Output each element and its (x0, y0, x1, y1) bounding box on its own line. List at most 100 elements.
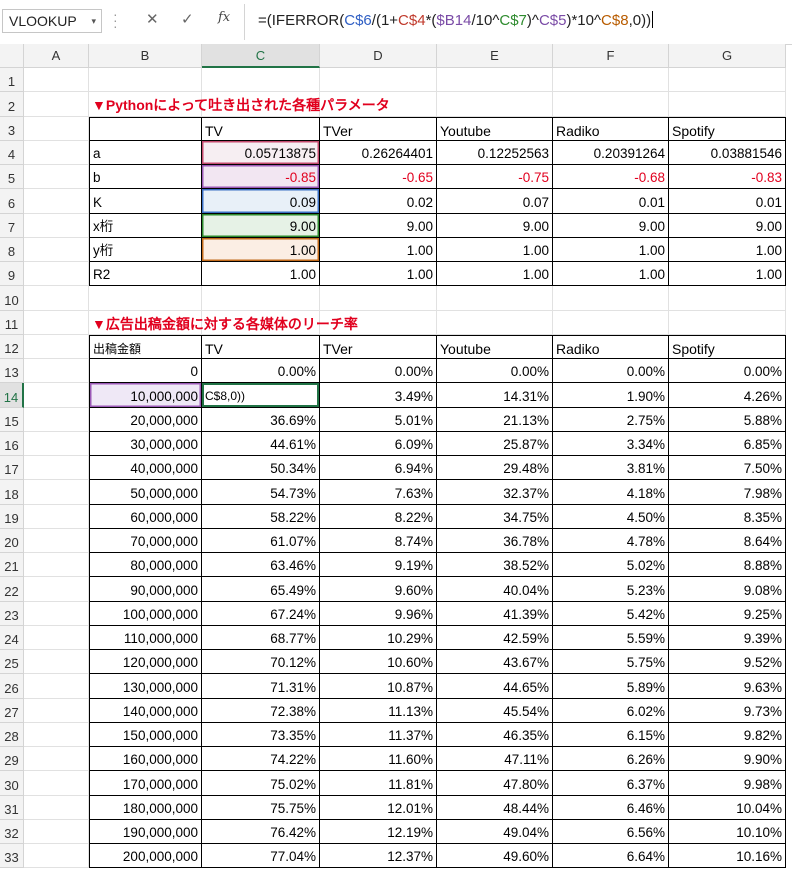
reach-rate-cell[interactable]: 77.04% (202, 844, 320, 868)
amount-cell[interactable]: 150,000,000 (89, 723, 202, 747)
reach-rate-cell[interactable]: 70.12% (202, 650, 320, 674)
reach-rate-cell[interactable]: 25.87% (437, 432, 553, 456)
reach-rate-cell[interactable]: 9.08% (669, 577, 786, 602)
row-header-33[interactable]: 33 (0, 844, 24, 868)
empty-cell[interactable] (24, 335, 89, 359)
column-header-a[interactable]: A (24, 44, 89, 68)
reach-rate-cell[interactable]: 11.81% (320, 771, 437, 796)
row-header-19[interactable]: 19 (0, 505, 24, 529)
row-header-13[interactable]: 13 (0, 359, 24, 383)
param-value[interactable]: 0.07 (437, 189, 553, 214)
empty-cell[interactable] (24, 238, 89, 262)
row-header-21[interactable]: 21 (0, 553, 24, 577)
reach-rate-cell[interactable]: 1.90% (553, 383, 669, 408)
reach-rate-cell[interactable]: 3.34% (553, 432, 669, 456)
reach-rate-cell[interactable]: 71.31% (202, 674, 320, 699)
reach-rate-cell[interactable]: 6.56% (553, 820, 669, 844)
amount-cell[interactable]: 170,000,000 (89, 771, 202, 796)
reach-rate-cell[interactable]: 8.22% (320, 505, 437, 529)
reach-rate-cell[interactable]: 6.09% (320, 432, 437, 456)
row-header-29[interactable]: 29 (0, 747, 24, 771)
reach-rate-cell[interactable]: 29.48% (437, 456, 553, 480)
reach-rate-cell[interactable]: 9.73% (669, 699, 786, 723)
empty-cell[interactable] (24, 432, 89, 456)
table-header[interactable]: TV (202, 335, 320, 359)
reach-rate-cell[interactable]: 9.63% (669, 674, 786, 699)
reach-rate-cell[interactable]: 11.13% (320, 699, 437, 723)
row-header-24[interactable]: 24 (0, 626, 24, 650)
reach-rate-cell[interactable]: 36.78% (437, 529, 553, 553)
empty-cell[interactable] (24, 747, 89, 771)
reach-rate-cell[interactable]: 3.49% (320, 383, 437, 408)
table-header[interactable]: TVer (320, 335, 437, 359)
reach-rate-cell[interactable]: 4.26% (669, 383, 786, 408)
reach-rate-cell[interactable]: 65.49% (202, 577, 320, 602)
empty-cell[interactable] (437, 68, 553, 92)
row-header-25[interactable]: 25 (0, 650, 24, 674)
table-header[interactable]: Spotify (669, 335, 786, 359)
table-header[interactable]: Youtube (437, 335, 553, 359)
reach-rate-cell[interactable]: 7.50% (669, 456, 786, 480)
empty-cell[interactable] (24, 311, 89, 335)
amount-cell[interactable]: 130,000,000 (89, 674, 202, 699)
param-value[interactable]: 0.02 (320, 189, 437, 214)
param-value[interactable]: 9.00 (320, 214, 437, 238)
reach-rate-cell[interactable]: 4.50% (553, 505, 669, 529)
param-value[interactable]: 0.12252563 (437, 141, 553, 165)
reach-rate-cell[interactable]: 8.74% (320, 529, 437, 553)
amount-cell[interactable]: 200,000,000 (89, 844, 202, 868)
section-title[interactable]: ▼Pythonによって吐き出された各種パラメータ (89, 92, 589, 117)
reach-rate-cell[interactable]: 6.94% (320, 456, 437, 480)
param-value[interactable]: 1.00 (437, 238, 553, 262)
table-header[interactable]: Youtube (437, 117, 553, 141)
param-label[interactable]: y桁 (89, 238, 202, 262)
empty-cell[interactable] (24, 553, 89, 577)
empty-cell[interactable] (24, 699, 89, 723)
reach-rate-cell[interactable]: 75.75% (202, 796, 320, 820)
reach-rate-cell[interactable]: 0.00% (202, 359, 320, 383)
reach-rate-cell[interactable]: 12.01% (320, 796, 437, 820)
reach-rate-cell[interactable]: 43.67% (437, 650, 553, 674)
param-value[interactable]: 1.00 (437, 262, 553, 286)
reach-rate-cell[interactable]: 9.90% (669, 747, 786, 771)
reach-rate-cell[interactable]: 5.02% (553, 553, 669, 577)
reach-rate-cell[interactable]: 44.61% (202, 432, 320, 456)
empty-cell[interactable] (24, 262, 89, 286)
empty-cell[interactable] (24, 383, 89, 408)
column-header-e[interactable]: E (437, 44, 553, 68)
row-header-8[interactable]: 8 (0, 238, 24, 262)
reach-rate-cell[interactable]: 40.04% (437, 577, 553, 602)
reach-rate-cell[interactable]: 36.69% (202, 408, 320, 432)
param-value[interactable]: 0.01 (669, 189, 786, 214)
empty-cell[interactable] (24, 771, 89, 796)
param-value[interactable]: 9.00 (437, 214, 553, 238)
insert-function-icon[interactable]: fx (218, 10, 230, 25)
reach-rate-cell[interactable]: 5.01% (320, 408, 437, 432)
reach-rate-cell[interactable]: 4.18% (553, 480, 669, 505)
empty-cell[interactable] (669, 311, 786, 335)
row-header-32[interactable]: 32 (0, 820, 24, 844)
amount-cell[interactable]: 60,000,000 (89, 505, 202, 529)
formula-input[interactable]: =(IFERROR(C$6/(1+C$4*($B14/10^C$7)^C$5)*… (258, 11, 654, 29)
reach-rate-cell[interactable]: 46.35% (437, 723, 553, 747)
row-header-4[interactable]: 4 (0, 141, 24, 165)
empty-cell[interactable] (24, 141, 89, 165)
reach-rate-cell[interactable]: 6.15% (553, 723, 669, 747)
reach-rate-cell[interactable]: 47.80% (437, 771, 553, 796)
param-value[interactable]: 0.01 (553, 189, 669, 214)
reach-rate-cell[interactable]: 5.75% (553, 650, 669, 674)
reach-rate-cell[interactable]: 72.38% (202, 699, 320, 723)
row-header-11[interactable]: 11 (0, 311, 24, 335)
row-header-1[interactable]: 1 (0, 68, 24, 92)
empty-cell[interactable] (89, 68, 202, 92)
row-header-18[interactable]: 18 (0, 480, 24, 505)
table-header[interactable] (89, 117, 202, 141)
amount-cell[interactable]: 80,000,000 (89, 553, 202, 577)
row-header-31[interactable]: 31 (0, 796, 24, 820)
reach-rate-cell[interactable]: 5.23% (553, 577, 669, 602)
empty-cell[interactable] (24, 529, 89, 553)
amount-cell[interactable]: 100,000,000 (89, 602, 202, 626)
empty-cell[interactable] (89, 286, 202, 311)
amount-cell[interactable]: 120,000,000 (89, 650, 202, 674)
reach-rate-cell[interactable]: 14.31% (437, 383, 553, 408)
